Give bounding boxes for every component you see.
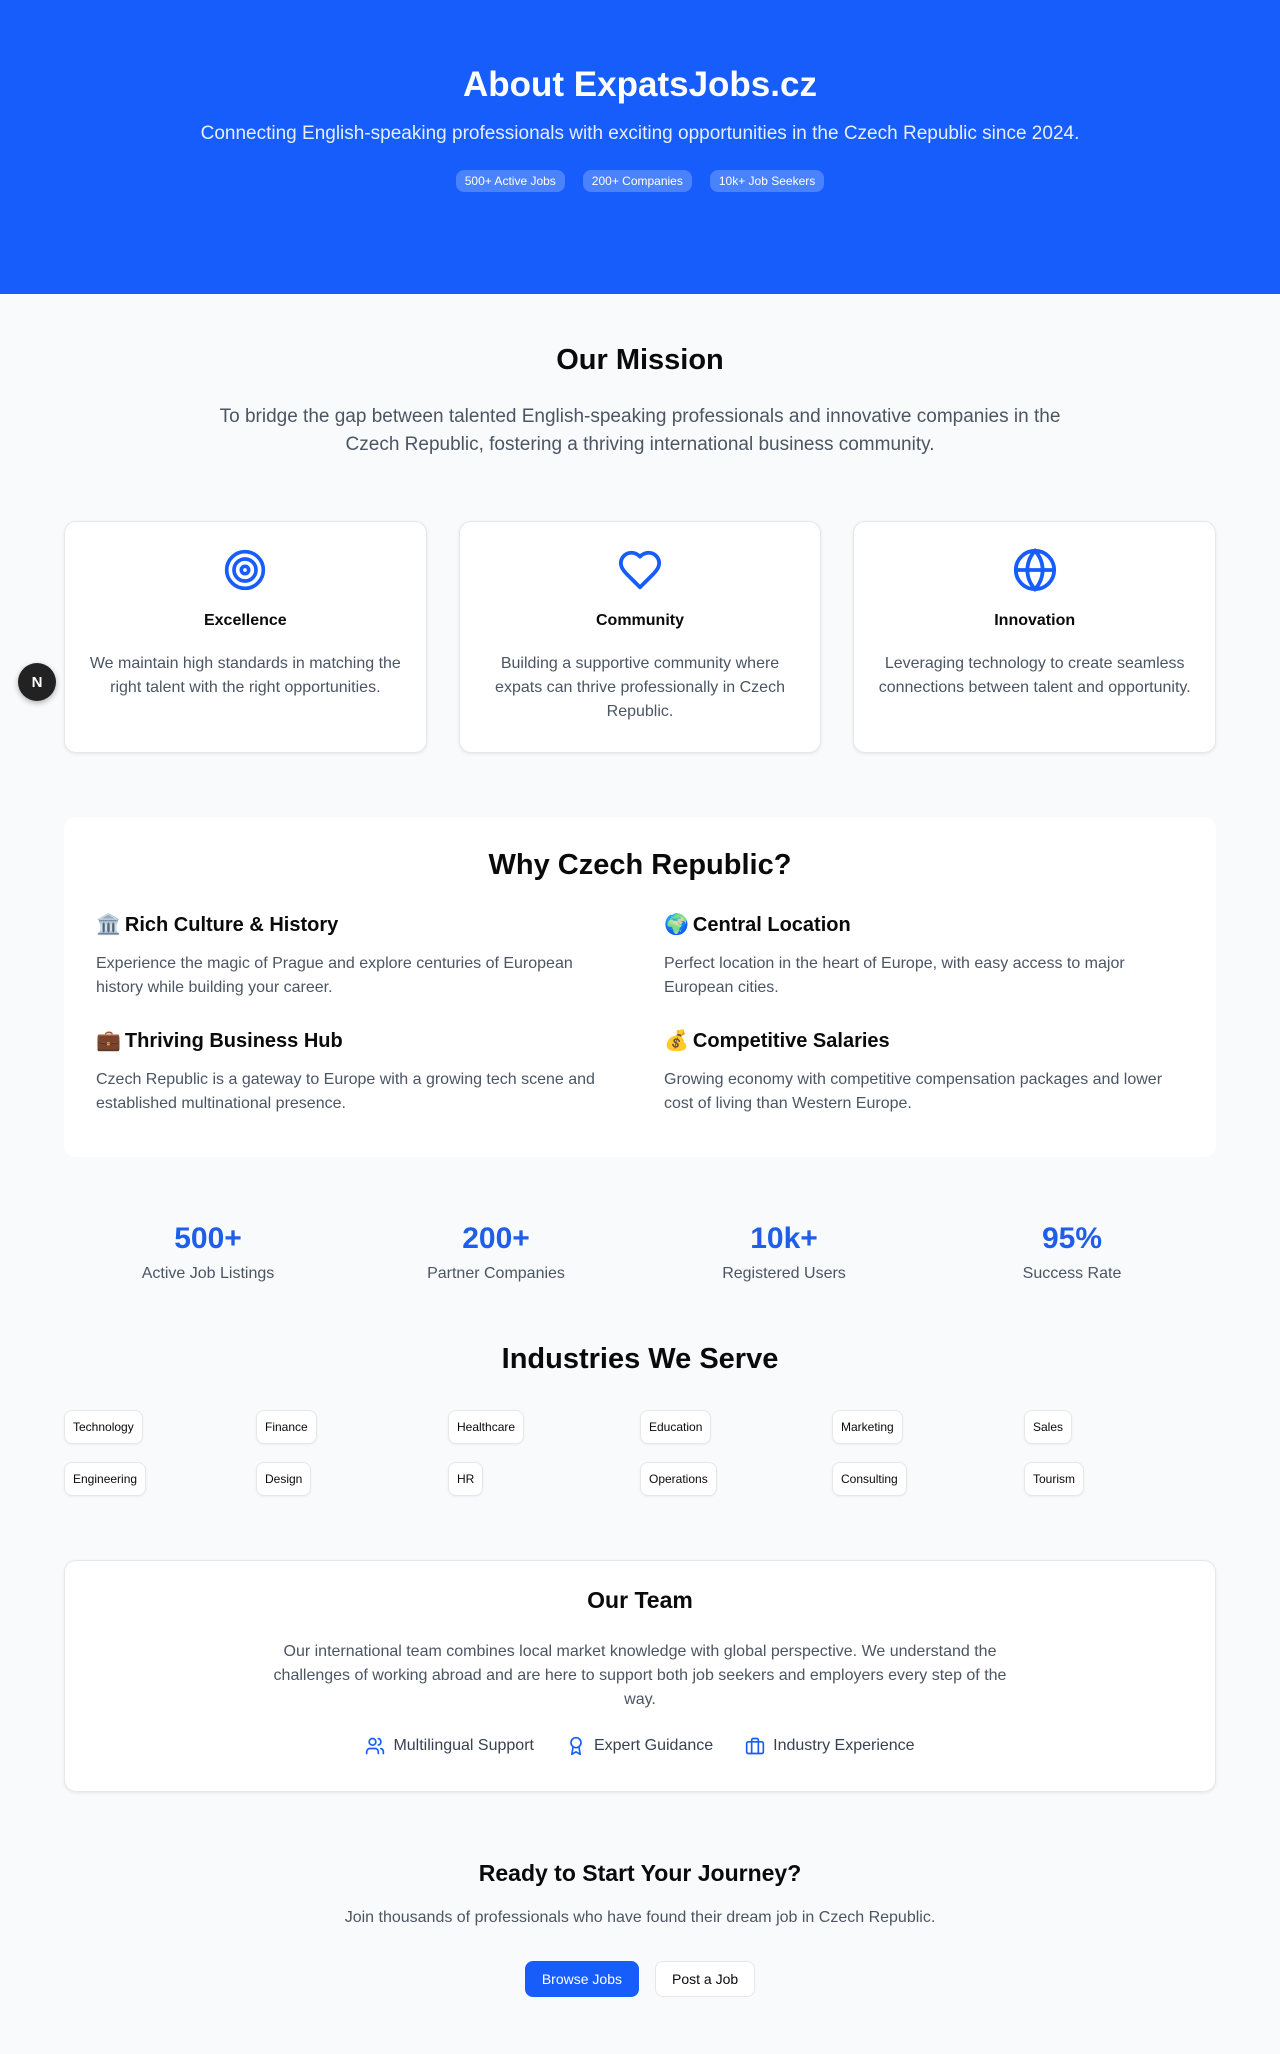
cta-text: Join thousands of professionals who have…	[344, 1909, 936, 1926]
stat-label: Partner Companies	[427, 1265, 565, 1282]
briefcase-icon	[745, 1737, 765, 1755]
industry-chip[interactable]: Marketing	[832, 1410, 903, 1444]
values-row: Excellence We maintain high standards in…	[64, 521, 1217, 753]
why-item-location: 🌍 Central Location Perfect location in th…	[664, 912, 1184, 1000]
feature-multilingual: Multilingual Support	[365, 1736, 534, 1756]
industries-grid: Technology Finance Healthcare Education …	[64, 1410, 1216, 1496]
post-job-button[interactable]: Post a Job	[655, 1961, 756, 1997]
industry-chip[interactable]: Operations	[640, 1462, 717, 1496]
industry-chip[interactable]: Engineering	[64, 1462, 147, 1496]
value-text: We maintain high standards in matching t…	[89, 655, 401, 696]
feature-experience: Industry Experience	[745, 1736, 915, 1756]
target-icon	[89, 546, 402, 594]
value-card-excellence: Excellence We maintain high standards in…	[64, 521, 427, 753]
feature-label: Expert Guidance	[593, 1737, 714, 1754]
value-title: Innovation	[994, 612, 1076, 629]
team-title: Our Team	[587, 1587, 693, 1613]
value-title: Community	[596, 612, 684, 629]
stat-value: 10k+	[750, 1222, 818, 1255]
team-section: Our Team Our international team combines…	[64, 1560, 1216, 1792]
industry-chip[interactable]: HR	[448, 1462, 484, 1496]
stat-companies: 200+ Partner Companies	[352, 1221, 640, 1283]
industry-chip[interactable]: Education	[640, 1410, 712, 1444]
hero-subtitle: Connecting English-speaking professional…	[200, 123, 1080, 144]
hero-section: About ExpatsJobs.cz Connecting English-s…	[0, 0, 1280, 294]
stat-success: 95% Success Rate	[928, 1221, 1216, 1283]
why-item-text: Experience the magic of Prague and explo…	[96, 955, 573, 996]
value-card-community: Community Building a supportive communit…	[458, 521, 822, 753]
stat-jobs: 500+ Active Job Listings	[64, 1221, 352, 1283]
stat-value: 500+	[174, 1222, 242, 1255]
feature-label: Industry Experience	[773, 1737, 915, 1754]
dev-tools-badge[interactable]: N	[18, 663, 56, 701]
value-title: Excellence	[203, 612, 287, 629]
stat-label: Registered Users	[722, 1265, 846, 1282]
why-item-title: Competitive Salaries	[692, 1030, 890, 1052]
team-text: Our international team combines local ma…	[273, 1643, 1007, 1708]
badge-active-jobs: 500+ Active Jobs	[455, 170, 565, 192]
industry-chip[interactable]: Tourism	[1024, 1462, 1085, 1496]
why-item-text: Czech Republic is a gateway to Europe wi…	[96, 1071, 595, 1112]
industries-section: Industries We Serve Technology Finance H…	[0, 1343, 1280, 1496]
team-features: Multilingual Support Expert Guidance Ind…	[65, 1736, 1215, 1756]
browse-jobs-button[interactable]: Browse Jobs	[524, 1961, 639, 1997]
museum-icon: 🏛️	[96, 914, 121, 936]
why-item-title: Central Location	[692, 914, 851, 936]
stat-users: 10k+ Registered Users	[640, 1221, 928, 1283]
value-card-innovation: Innovation Leveraging technology to crea…	[853, 521, 1217, 753]
industry-chip[interactable]: Consulting	[832, 1462, 907, 1496]
globe-icon	[878, 546, 1191, 594]
cta-section: Ready to Start Your Journey? Join thousa…	[0, 1860, 1280, 1997]
stat-label: Success Rate	[1022, 1265, 1122, 1282]
industry-chip[interactable]: Design	[256, 1462, 312, 1496]
money-bag-icon: 💰	[664, 1030, 689, 1052]
why-item-business: 💼 Thriving Business Hub Czech Republic is…	[96, 1028, 616, 1116]
why-title: Why Czech Republic?	[488, 849, 792, 881]
page-title: About ExpatsJobs.cz	[463, 65, 817, 104]
briefcase-emoji-icon: 💼	[96, 1030, 121, 1052]
globe-emoji-icon: 🌍	[664, 914, 689, 936]
why-item-culture: 🏛️ Rich Culture & History Experience the …	[96, 912, 616, 1000]
why-grid: 🏛️ Rich Culture & History Experience the …	[96, 912, 1184, 1116]
hero-badges: 500+ Active Jobs 200+ Companies 10k+ Job…	[0, 170, 1280, 192]
cta-buttons: Browse Jobs Post a Job	[0, 1961, 1280, 1997]
badge-job-seekers: 10k+ Job Seekers	[709, 170, 825, 192]
feature-label: Multilingual Support	[393, 1737, 534, 1754]
why-item-title: Rich Culture & History	[124, 914, 339, 936]
stat-label: Active Job Listings	[141, 1265, 275, 1282]
badge-companies: 200+ Companies	[582, 170, 692, 192]
why-item-text: Perfect location in the heart of Europe,…	[664, 955, 1125, 996]
users-icon	[366, 1737, 385, 1755]
industry-chip[interactable]: Healthcare	[448, 1410, 525, 1444]
industry-chip[interactable]: Finance	[256, 1410, 317, 1444]
why-item-text: Growing economy with competitive compens…	[664, 1071, 1163, 1112]
why-item-title: Thriving Business Hub	[124, 1030, 343, 1052]
mission-lead: To bridge the gap between talented Engli…	[219, 406, 1061, 455]
why-czech-section: Why Czech Republic? 🏛️ Rich Culture & His…	[64, 817, 1216, 1157]
industries-title: Industries We Serve	[501, 1343, 779, 1375]
industry-chip[interactable]: Sales	[1024, 1410, 1073, 1444]
value-text: Building a supportive community where ex…	[495, 655, 785, 720]
award-icon	[570, 1736, 582, 1756]
stats-section: 500+ Active Job Listings 200+ Partner Co…	[64, 1221, 1216, 1283]
stat-value: 200+	[462, 1222, 530, 1255]
mission-section: Our Mission To bridge the gap between ta…	[0, 294, 1280, 753]
mission-title: Our Mission	[556, 344, 724, 376]
feature-guidance: Expert Guidance	[566, 1736, 713, 1756]
why-item-salaries: 💰 Competitive Salaries Growing economy wi…	[664, 1028, 1184, 1116]
cta-title: Ready to Start Your Journey?	[478, 1860, 802, 1886]
value-text: Leveraging technology to create seamless…	[878, 655, 1191, 696]
heart-icon	[484, 546, 797, 594]
industry-chip[interactable]: Technology	[64, 1410, 143, 1444]
stat-value: 95%	[1041, 1222, 1103, 1255]
